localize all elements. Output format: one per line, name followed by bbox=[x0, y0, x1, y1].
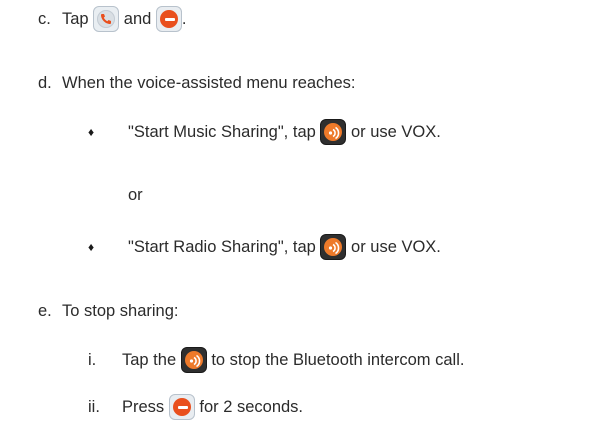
sharing-button-icon bbox=[320, 234, 347, 260]
step-d-bullet1-text-before: "Start Music Sharing", tap bbox=[128, 122, 316, 141]
step-d-bullet2-text-after: or use VOX. bbox=[351, 237, 441, 256]
minus-button-icon bbox=[155, 6, 182, 32]
step-e-sub-i-text-before: Tap the bbox=[122, 350, 177, 369]
step-c-text-before: Tap bbox=[62, 9, 89, 28]
step-e-sub-ii-marker: ii. bbox=[88, 397, 100, 416]
step-e-text: To stop sharing: bbox=[62, 301, 179, 320]
step-d-marker: d. bbox=[38, 73, 52, 92]
step-d-bullet1: "Start Music Sharing", tap or use VOX. bbox=[128, 117, 441, 147]
step-d-bullet2-text-before: "Start Radio Sharing", tap bbox=[128, 237, 316, 256]
step-e-sub-ii-text-after: for 2 seconds. bbox=[199, 397, 304, 416]
phone-button-icon bbox=[93, 6, 120, 32]
bullet-glyph: ♦ bbox=[88, 240, 95, 254]
step-c-text-middle: and bbox=[123, 9, 152, 28]
step-d-text: When the voice-assisted menu reaches: bbox=[62, 73, 356, 92]
step-e-sub-i-marker: i. bbox=[88, 350, 97, 369]
step-c-text-end: . bbox=[181, 9, 187, 28]
bullet-glyph: ♦ bbox=[88, 125, 95, 139]
sharing-button-icon bbox=[180, 347, 207, 373]
step-e-sub-ii-text-before: Press bbox=[122, 397, 165, 416]
step-c-marker: c. bbox=[38, 9, 51, 28]
step-d-or-text: or bbox=[128, 185, 143, 204]
step-c-line: Tap and . bbox=[62, 4, 187, 34]
step-d-bullet2: "Start Radio Sharing", tap or use VOX. bbox=[128, 232, 441, 262]
step-e-marker: e. bbox=[38, 301, 52, 320]
step-d-bullet1-text-after: or use VOX. bbox=[350, 122, 441, 141]
sharing-button-icon bbox=[320, 119, 347, 145]
step-e-sub-i-text-after: to stop the Bluetooth intercom call. bbox=[211, 350, 465, 369]
minus-button-icon bbox=[168, 394, 195, 420]
step-e-sub-ii: Press for 2 seconds. bbox=[122, 392, 303, 422]
step-e-sub-i: Tap the to stop the Bluetooth intercom c… bbox=[122, 345, 464, 375]
